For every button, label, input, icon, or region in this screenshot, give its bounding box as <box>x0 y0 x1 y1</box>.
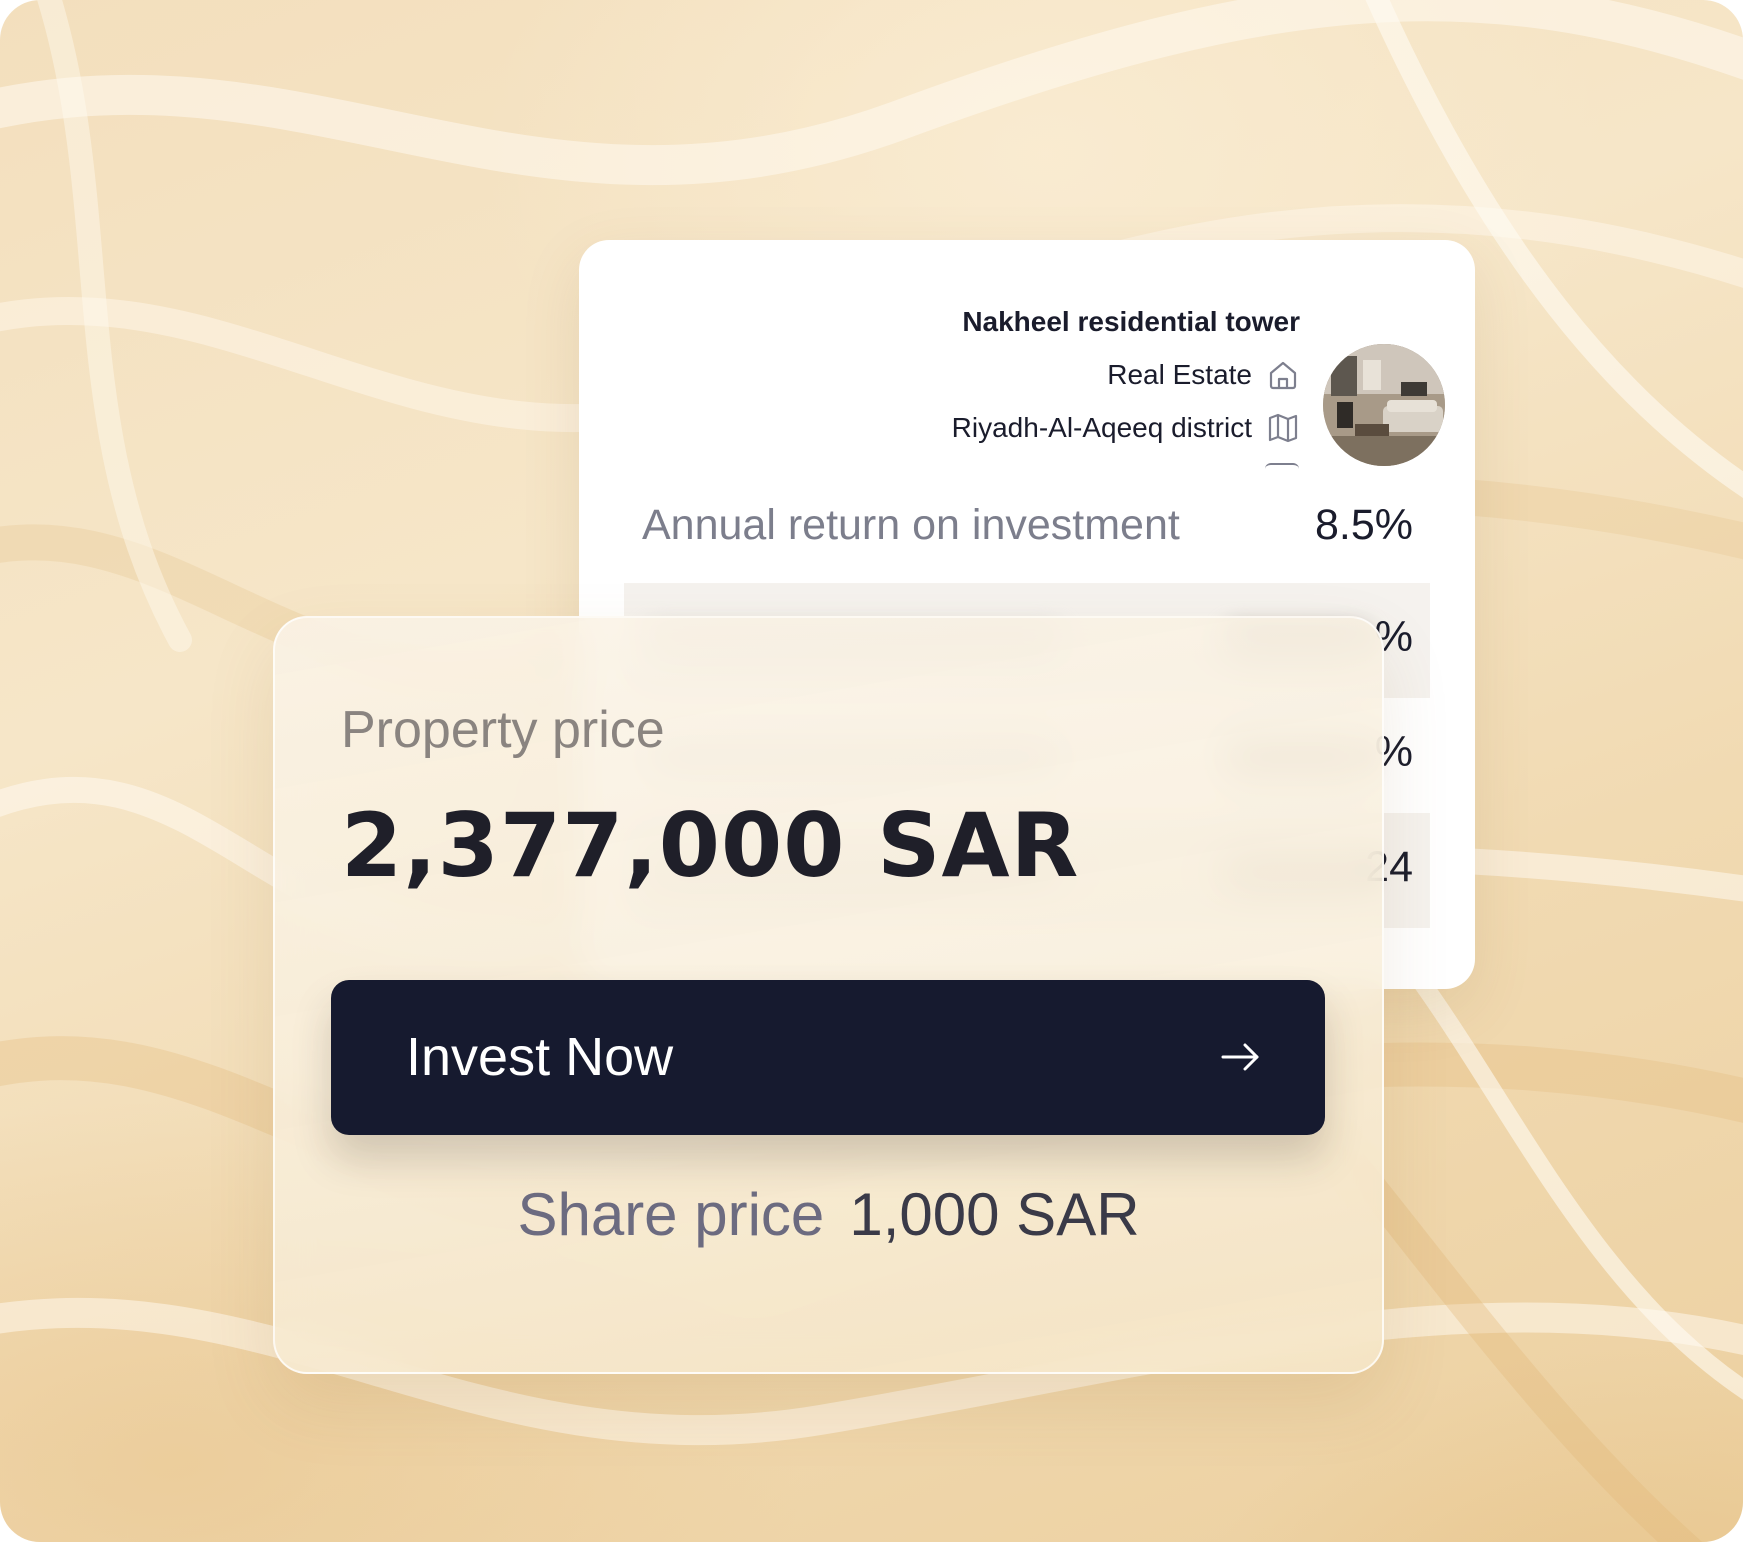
roi-value: 8.5% <box>1314 500 1413 549</box>
invest-now-label: Invest Now <box>406 1027 674 1087</box>
home-icon <box>1266 358 1300 392</box>
property-category: Real Estate <box>1107 359 1252 390</box>
invest-now-button[interactable]: Invest Now <box>331 980 1325 1135</box>
property-title: Nakheel residential tower <box>962 306 1300 337</box>
price-card: Property price 2,377,000 SAR Invest Now … <box>273 616 1384 1374</box>
share-price-row: Share price 1,000 SAR <box>275 1180 1382 1249</box>
roi-label: Annual return on investment <box>642 500 1180 549</box>
property-category-row: Real Estate <box>1107 358 1300 392</box>
property-location-row: Riyadh-Al-Aqeeq district <box>952 411 1300 445</box>
share-price-value: 1,000 SAR <box>849 1181 1140 1248</box>
roi-row: Annual return on investment 8.5% <box>642 495 1413 555</box>
property-price-label: Property price <box>341 701 665 759</box>
map-icon <box>1266 411 1300 445</box>
share-price-label: Share price <box>517 1181 825 1248</box>
clipped-icon <box>1265 463 1299 473</box>
property-thumbnail <box>1323 344 1445 466</box>
property-price-value: 2,377,000 SAR <box>341 794 1080 897</box>
arrow-right-icon <box>1215 1032 1265 1082</box>
property-location: Riyadh-Al-Aqeeq district <box>951 412 1252 443</box>
hero-canvas: Nakheel residential tower Real Estate Ri… <box>0 0 1743 1542</box>
